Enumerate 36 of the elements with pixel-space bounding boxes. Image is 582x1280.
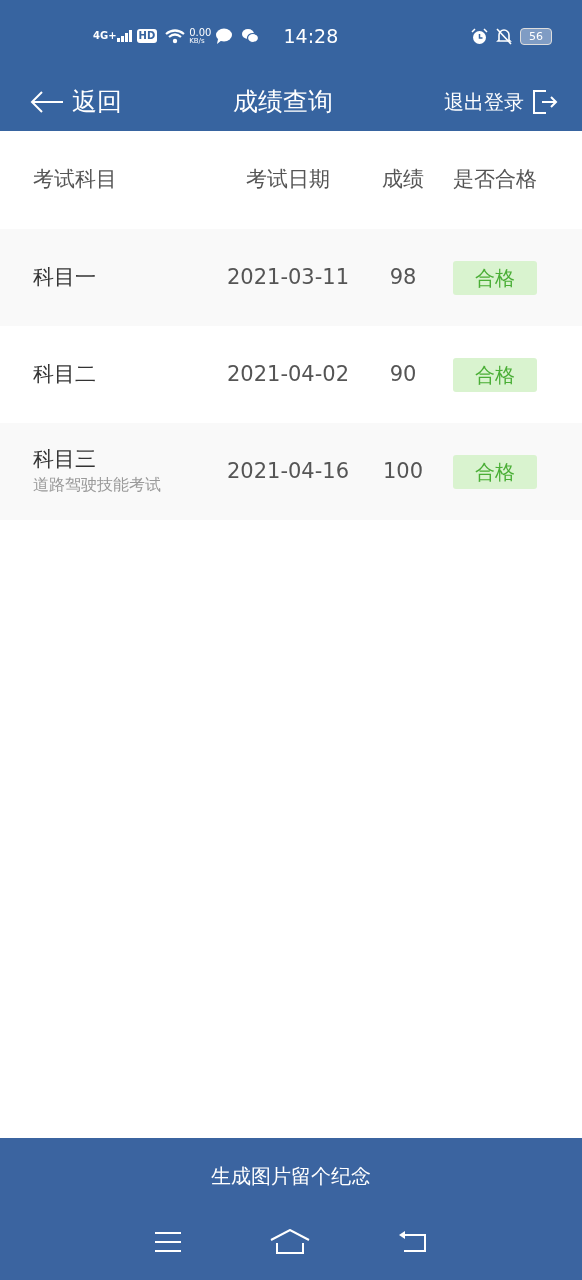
exit-icon xyxy=(532,88,558,115)
muted-bell-icon xyxy=(496,27,512,45)
column-header: 考试日期 xyxy=(246,167,330,192)
logout-button[interactable]: 退出登录 xyxy=(444,86,558,117)
result-tag: 合格 xyxy=(452,357,537,392)
clock-time: 14:28 xyxy=(283,23,339,49)
back-button[interactable]: 返回 xyxy=(30,82,122,121)
page-title: 成绩查询 xyxy=(233,86,333,116)
column-header: 成绩 xyxy=(382,167,424,192)
exam-score: 90 xyxy=(389,361,417,386)
menu-icon[interactable] xyxy=(154,1231,182,1253)
exam-date: 2021-04-16 xyxy=(226,458,349,483)
exam-date: 2021-04-02 xyxy=(226,361,349,386)
chat-bubble-icon xyxy=(215,28,234,44)
battery-indicator: 56 xyxy=(520,27,552,45)
speed-value: 0.00 xyxy=(189,27,212,38)
exam-score: 98 xyxy=(389,264,417,289)
home-icon[interactable] xyxy=(270,1229,310,1255)
column-header: 是否合格 xyxy=(452,167,537,192)
wifi-icon xyxy=(165,28,186,44)
subject-note: 道路驾驶技能考试 xyxy=(33,474,162,497)
subject-name: 科目三 xyxy=(33,445,97,473)
back-icon[interactable] xyxy=(398,1231,428,1253)
chat-bubbles-icon xyxy=(241,28,260,44)
signal-icon xyxy=(116,30,133,42)
network-label: 4G+ xyxy=(93,31,117,41)
alarm-icon xyxy=(471,27,488,45)
result-tag: 合格 xyxy=(452,260,537,295)
back-arrow-icon xyxy=(30,90,64,113)
subject-name: 科目二 xyxy=(33,360,97,388)
exam-date: 2021-03-11 xyxy=(226,264,349,289)
exam-score: 100 xyxy=(382,458,424,483)
column-header: 考试科目 xyxy=(33,167,117,192)
hd-badge: HD xyxy=(136,29,158,43)
subject-name: 科目一 xyxy=(33,263,97,291)
result-tag: 合格 xyxy=(452,454,537,489)
